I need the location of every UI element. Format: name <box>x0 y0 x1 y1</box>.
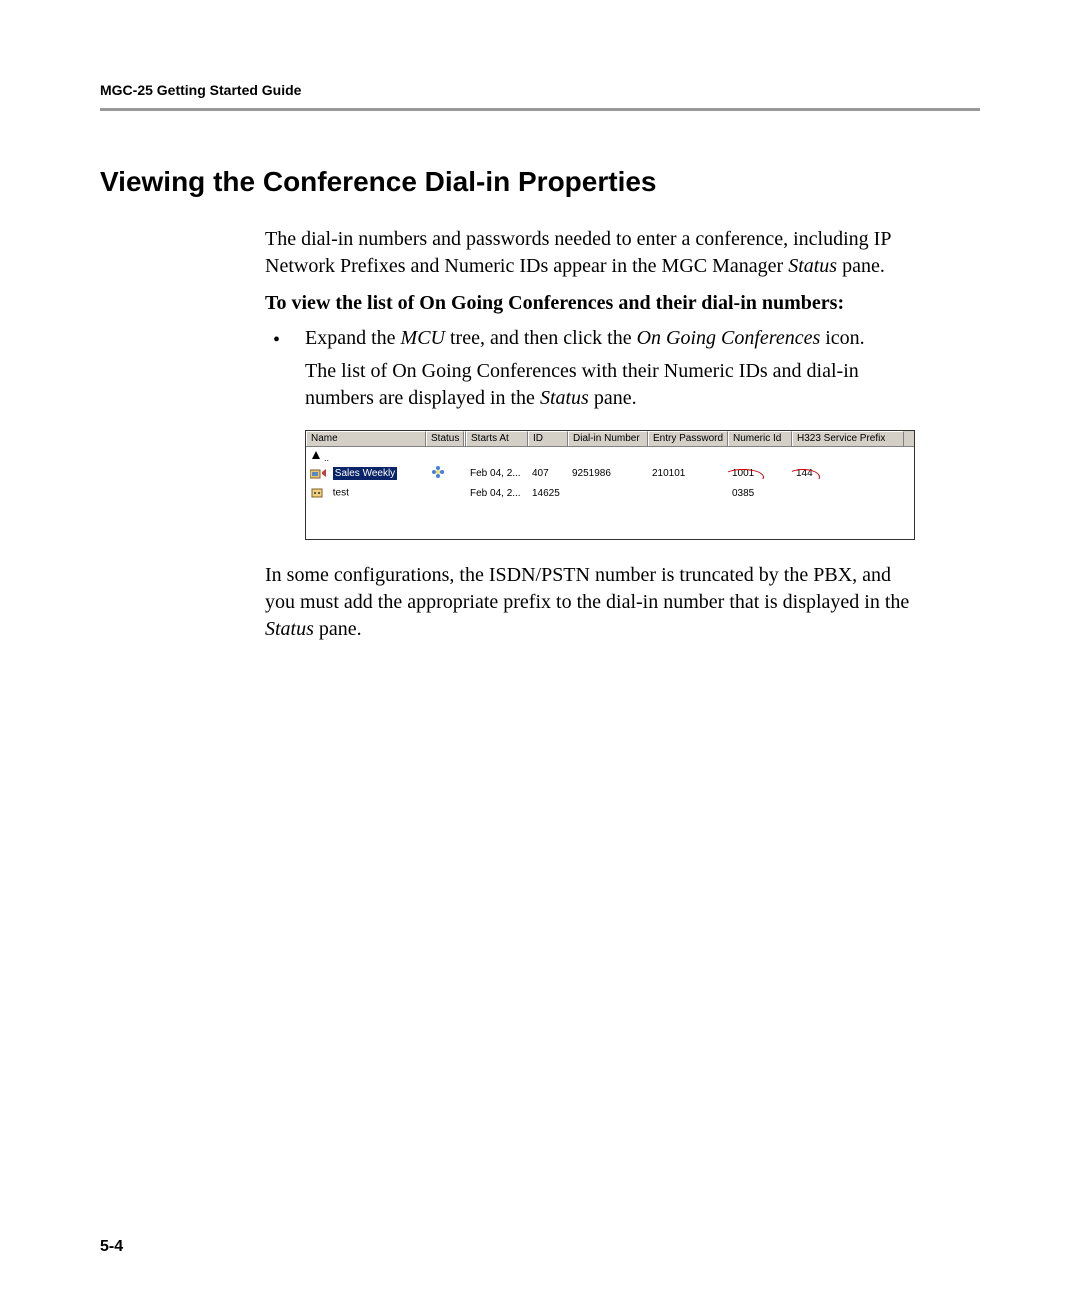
cell-status <box>426 465 464 482</box>
page-number: 5-4 <box>100 1238 123 1256</box>
cell-entry: 210101 <box>648 468 728 479</box>
content-block: The dial-in numbers and passwords needed… <box>265 226 920 643</box>
table-parent-row[interactable]: .. <box>306 449 914 463</box>
col-header-numeric[interactable]: Numeric Id <box>728 431 792 446</box>
test-label: test <box>333 488 349 499</box>
h323-value: 144 <box>796 468 813 479</box>
note-italic-1: Status <box>265 618 314 640</box>
cell-name: test <box>306 486 426 500</box>
col-header-id[interactable]: ID <box>528 431 568 446</box>
video-conference-icon <box>310 466 328 480</box>
table-row[interactable]: Sales Weekly Feb 04, 2... 407 9251986 21… <box>306 463 914 483</box>
cell-h323: 144 <box>792 468 904 479</box>
status-pane-screenshot: Name Status Starts At ID Dial-in Number … <box>305 430 915 540</box>
cell-numeric: 1001 <box>728 468 792 479</box>
col-header-status[interactable]: Status <box>426 431 464 446</box>
cell-starts: Feb 04, 2... <box>466 468 528 479</box>
audio-conference-icon <box>310 486 328 500</box>
note-paragraph: In some configurations, the ISDN/PSTN nu… <box>265 562 920 643</box>
bullet-text-2: tree, and then click the <box>445 327 637 349</box>
subheading: To view the list of On Going Conferences… <box>265 292 920 315</box>
numeric-value: 1001 <box>732 468 754 479</box>
bullet-item: • Expand the MCU tree, and then click th… <box>265 325 920 352</box>
col-header-starts[interactable]: Starts At <box>466 431 528 446</box>
bullet-list: • Expand the MCU tree, and then click th… <box>265 325 920 352</box>
header-guide-title: MGC-25 Getting Started Guide <box>100 82 980 98</box>
cell-id: 407 <box>528 468 568 479</box>
bullet-text-3: icon. <box>820 327 864 349</box>
table-body: .. Sales Weekly Feb 04, 2... 407 <box>306 447 914 505</box>
bullet-italic-1: MCU <box>401 327 445 349</box>
sub-italic-1: Status <box>540 387 589 409</box>
intro-paragraph: The dial-in numbers and passwords needed… <box>265 226 920 280</box>
col-header-h323[interactable]: H323 Service Prefix <box>792 431 904 446</box>
up-arrow-icon <box>310 449 324 463</box>
sales-weekly-label: Sales Weekly <box>333 467 397 480</box>
intro-italic: Status <box>788 255 837 277</box>
table-header-row: Name Status Starts At ID Dial-in Number … <box>306 431 914 447</box>
header-divider <box>100 108 980 111</box>
cell-id: 14625 <box>528 488 568 499</box>
note-text-1: In some configurations, the ISDN/PSTN nu… <box>265 564 909 613</box>
note-text-2: pane. <box>314 618 362 640</box>
status-flower-icon <box>430 465 446 479</box>
cell-dialin: 9251986 <box>568 468 648 479</box>
sub-text-2: pane. <box>589 387 637 409</box>
cell-name: Sales Weekly <box>306 466 426 480</box>
col-header-dialin[interactable]: Dial-in Number <box>568 431 648 446</box>
col-header-entry[interactable]: Entry Password <box>648 431 728 446</box>
section-title: Viewing the Conference Dial-in Propertie… <box>100 166 980 198</box>
bullet-italic-2: On Going Conferences <box>637 327 821 349</box>
intro-end: pane. <box>837 255 885 277</box>
col-header-name[interactable]: Name <box>306 431 426 446</box>
cell-starts: Feb 04, 2... <box>466 488 528 499</box>
bullet-text-1: Expand the <box>305 327 401 349</box>
parent-node: .. <box>306 449 426 464</box>
sub-paragraph: The list of On Going Conferences with th… <box>265 358 920 412</box>
table-row[interactable]: test Feb 04, 2... 14625 0385 <box>306 483 914 503</box>
cell-numeric: 0385 <box>728 488 792 499</box>
parent-dots: .. <box>324 453 329 463</box>
bullet-marker: • <box>273 327 280 354</box>
